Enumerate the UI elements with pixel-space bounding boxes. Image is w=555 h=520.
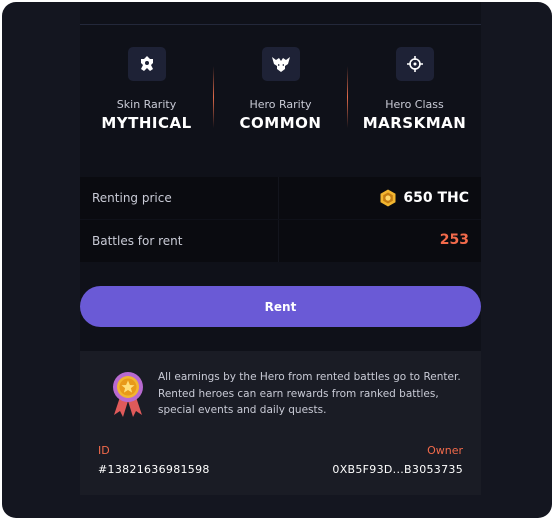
attr-hero-rarity: Hero Rarity COMMON (214, 40, 347, 140)
hero-rarity-icon (262, 47, 300, 81)
cell-divider (278, 177, 279, 219)
renting-price-label: Renting price (92, 191, 172, 205)
attr-hero-class: Hero Class MARSKMAN (348, 40, 481, 140)
attr-label: Hero Class (385, 98, 444, 111)
renting-price-row: Renting price 650 THC (80, 177, 481, 219)
info-box: All earnings by the Hero from rented bat… (80, 351, 481, 495)
top-divider (80, 24, 481, 25)
attr-value: MARSKMAN (362, 114, 467, 132)
medal-icon (113, 372, 143, 417)
skin-rarity-icon (128, 47, 166, 81)
owner-label: Owner (427, 444, 463, 457)
hero-rent-card: Skin Rarity MYTHICAL Hero Rarity COMMON (2, 2, 552, 518)
attr-value: COMMON (239, 114, 322, 132)
attribute-row: Skin Rarity MYTHICAL Hero Rarity COMMON (80, 40, 481, 140)
attr-label: Hero Rarity (249, 98, 312, 111)
attr-skin-rarity: Skin Rarity MYTHICAL (80, 40, 213, 140)
info-description: All earnings by the Hero from rented bat… (158, 371, 461, 416)
attr-label: Skin Rarity (116, 98, 177, 111)
battles-row: Battles for rent 253 (80, 220, 481, 262)
price-amount: 650 THC (403, 190, 469, 206)
owner-address: 0XB5F93D...B3053735 (332, 463, 463, 476)
battles-label: Battles for rent (92, 234, 183, 248)
id-label: ID (98, 444, 110, 457)
id-value: #13821636981598 (98, 463, 210, 476)
renting-price-value: 650 THC (379, 189, 469, 207)
coin-icon (380, 189, 396, 207)
attr-value: MYTHICAL (101, 114, 192, 132)
crosshair-icon (396, 47, 434, 81)
battles-value: 253 (439, 232, 469, 248)
rent-button[interactable]: Rent (80, 286, 481, 327)
rental-table: Renting price 650 THC Battles for rent 2… (80, 177, 481, 262)
cell-divider (278, 220, 279, 262)
